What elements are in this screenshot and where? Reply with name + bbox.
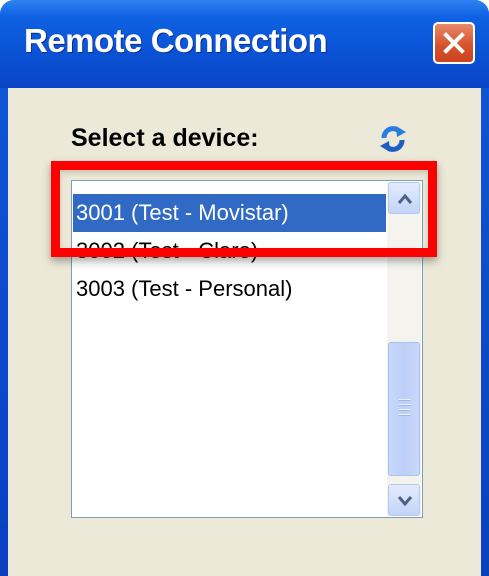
chevron-down-icon: [397, 496, 413, 507]
thumb-grip-line: [399, 409, 411, 411]
refresh-icon[interactable]: [376, 122, 410, 156]
close-button[interactable]: [433, 22, 475, 64]
title-bar[interactable]: Remote Connection: [0, 0, 489, 88]
close-icon: [443, 32, 465, 54]
thumb-grip-line: [399, 404, 411, 406]
highlight-annotation-box: [51, 161, 437, 257]
list-item-label: 3003 (Test - Personal): [76, 276, 293, 301]
select-device-label: Select a device:: [71, 124, 259, 152]
list-item[interactable]: 3003 (Test - Personal): [73, 270, 386, 308]
window-title: Remote Connection: [24, 22, 328, 59]
remote-connection-window: Remote Connection Select a device: 3001 …: [0, 0, 489, 576]
scrollbar-thumb[interactable]: [388, 342, 420, 476]
scroll-down-button[interactable]: [388, 484, 420, 516]
thumb-grip-line: [399, 399, 411, 401]
thumb-grip-line: [399, 414, 411, 416]
